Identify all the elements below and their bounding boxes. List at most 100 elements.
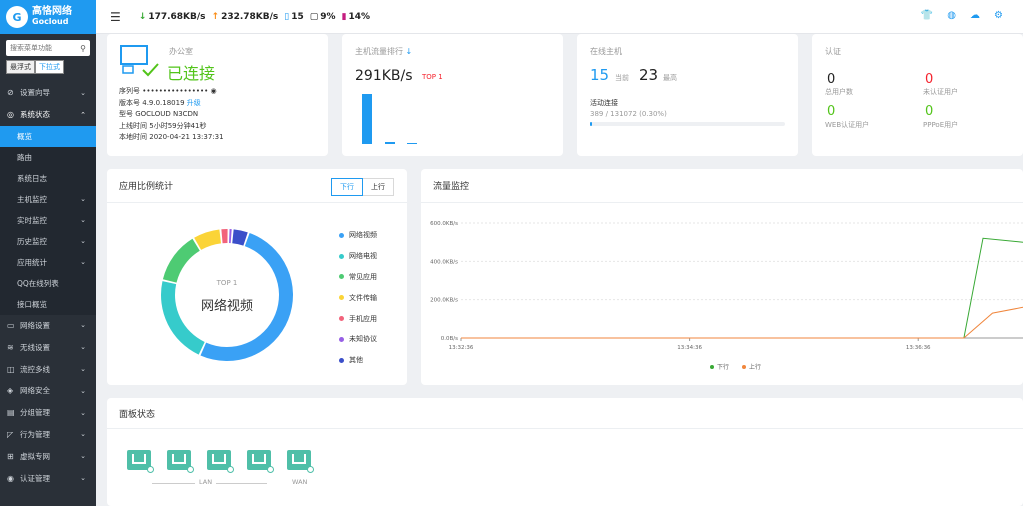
port-socket <box>212 454 226 464</box>
active-conn-label: 活动连接 <box>590 98 618 108</box>
sidebar-item-label: 接口概览 <box>17 299 47 310</box>
pppoe-users-value: 0 <box>925 104 933 119</box>
rank-bar-3[interactable] <box>407 143 417 144</box>
legend-item[interactable]: 手机应用 <box>339 308 377 329</box>
tab-uplink[interactable]: 上行 <box>363 178 394 196</box>
sidebar-item-0[interactable]: ⊘设置向导⌄ <box>0 82 96 104</box>
device-info: 序列号 •••••••••••••••• ◉ 版本号 4.9.0.18019 升… <box>119 86 224 144</box>
globe-icon[interactable]: ◍ <box>947 10 956 21</box>
online-current-value: 15 <box>590 66 609 84</box>
traffic-monitor-header: 流量监控 <box>421 169 1023 203</box>
series-line-0 <box>461 238 1023 338</box>
mode-float-button[interactable]: 悬浮式 <box>6 60 35 74</box>
total-users-value: 0 <box>827 72 835 87</box>
sidebar-item-label: 系统日志 <box>17 173 47 184</box>
mode-dropdown-button[interactable]: 下拉式 <box>35 60 64 74</box>
sidebar-item-icon: ≋ <box>7 343 17 352</box>
rank-bar-2[interactable] <box>385 142 395 144</box>
sidebar-item-10[interactable]: 接口概览 <box>0 294 96 315</box>
upgrade-link[interactable]: 升级 <box>187 99 201 107</box>
menu-search-input[interactable] <box>10 44 72 52</box>
sidebar-item-13[interactable]: ◫流控多线⌄ <box>0 358 96 380</box>
sidebar-item-label: 分组管理 <box>20 407 50 418</box>
chevron-icon: ⌄ <box>80 343 86 351</box>
legend-item[interactable]: 其他 <box>339 350 377 371</box>
lan-port-icon[interactable] <box>207 450 231 470</box>
sidebar-item-label: 应用统计 <box>17 257 47 268</box>
sidebar-item-6[interactable]: 实时监控⌄ <box>0 210 96 231</box>
sort-down-icon[interactable]: ↓ <box>406 47 413 56</box>
device-count: ▯15 <box>284 12 303 22</box>
shirt-icon[interactable]: 👕 <box>921 10 933 21</box>
eye-icon[interactable]: ◉ <box>211 87 217 95</box>
sidebar-item-12[interactable]: ≋无线设置 ⌄ <box>0 336 96 358</box>
sidebar-item-8[interactable]: 应用统计⌄ <box>0 252 96 273</box>
donut-center-top: TOP 1 <box>159 279 295 287</box>
sidebar-item-17[interactable]: ⊞虚拟专网⌄ <box>0 445 96 467</box>
legend-item[interactable]: 未知协议 <box>339 329 377 350</box>
legend-item[interactable]: 文件传输 <box>339 287 377 308</box>
search-icon[interactable]: ⚲ <box>80 44 86 53</box>
sidebar-item-15[interactable]: ▤分组管理⌄ <box>0 402 96 424</box>
legend-item[interactable]: 网络视频 <box>339 225 377 246</box>
active-conn-value: 389 / 131072 (0.30%) <box>590 110 667 118</box>
sidebar-item-9[interactable]: QQ在线列表 <box>0 273 96 294</box>
direction-tabs: 下行 上行 <box>331 178 394 196</box>
traffic-monitor-title: 流量监控 <box>433 179 469 192</box>
legend-label: 未知协议 <box>349 334 377 344</box>
wan-port-icon[interactable] <box>287 450 311 470</box>
top-badge: TOP 1 <box>422 73 443 81</box>
chevron-icon: ⌃ <box>80 111 86 119</box>
memory-usage-value: 14% <box>349 12 371 22</box>
sidebar-item-label: 认证管理 <box>20 473 50 484</box>
sidebar-item-14[interactable]: ◈网络安全⌄ <box>0 380 96 402</box>
port-check-icon <box>267 466 274 473</box>
sidebar-item-7[interactable]: 历史监控⌄ <box>0 231 96 252</box>
sidebar-item-16[interactable]: ◸行为管理⌄ <box>0 424 96 446</box>
donut-slice[interactable] <box>194 229 221 249</box>
rank-bar-1[interactable] <box>362 94 372 144</box>
lan-port-icon[interactable] <box>247 450 271 470</box>
device-card: 办公室 已连接 序列号 •••••••••••••••• ◉ 版本号 4.9.0… <box>107 34 328 156</box>
legend-dot-icon <box>339 274 344 279</box>
lan-port-icon[interactable] <box>127 450 151 470</box>
sidebar-item-icon: ◸ <box>7 430 17 439</box>
sidebar-item-1[interactable]: ◎系统状态⌃ <box>0 104 96 126</box>
sidebar-item-icon: ◈ <box>7 386 17 395</box>
sidebar-item-3[interactable]: 路由 <box>0 147 96 168</box>
donut-slice[interactable] <box>229 229 232 243</box>
localtime-value: 2020-04-21 13:37:31 <box>149 133 223 141</box>
donut-slice[interactable] <box>221 229 227 243</box>
sidebar-item-4[interactable]: 系统日志 <box>0 168 96 189</box>
chevron-icon: ⌄ <box>80 474 86 482</box>
donut-slice[interactable] <box>163 239 200 283</box>
pppoe-users-label: PPPoE用户 <box>923 120 958 130</box>
brand-logo[interactable]: G 高恪网络Gocloud <box>0 0 96 34</box>
traffic-rank-title-text: 主机流量排行 <box>355 47 403 56</box>
settings-icon[interactable]: ⚙ <box>994 10 1003 21</box>
auth-card: 认证 0 总用户数 0 未认证用户 0 WEB认证用户 0 PPPoE用户 <box>812 34 1023 156</box>
lan-port-icon[interactable] <box>167 450 191 470</box>
online-hosts-title: 在线主机 <box>590 46 622 57</box>
cpu-icon: ▢ <box>310 12 319 22</box>
y-tick-label: 600.0KB/s <box>430 221 458 227</box>
legend-item[interactable]: 网络电视 <box>339 246 377 267</box>
sidebar-item-18[interactable]: ◉认证管理 ⌄ <box>0 467 96 489</box>
sidebar-item-label: 无线设置 <box>20 342 50 353</box>
web-users-label: WEB认证用户 <box>825 120 869 130</box>
legend-dot-icon <box>339 337 344 342</box>
tab-downlink[interactable]: 下行 <box>331 178 363 196</box>
sidebar-item-11[interactable]: ▭网络设置⌄ <box>0 315 96 337</box>
hamburger-icon[interactable]: ☰ <box>110 10 121 24</box>
cloud-upload-icon[interactable]: ☁ <box>970 10 980 21</box>
sidebar-item-label: 行为管理 <box>20 429 50 440</box>
legend-label: 网络电视 <box>349 251 377 261</box>
donut-slice[interactable] <box>232 229 248 245</box>
chevron-icon: ⌄ <box>80 321 86 329</box>
legend-item[interactable]: 常见应用 <box>339 267 377 288</box>
donut-slice[interactable] <box>161 281 205 354</box>
sidebar-item-2[interactable]: 概览 <box>0 126 96 147</box>
uptime-label: 上线时间 <box>119 122 147 130</box>
sidebar-item-5[interactable]: 主机监控⌄ <box>0 189 96 210</box>
sidebar-item-icon: ◉ <box>7 474 17 483</box>
